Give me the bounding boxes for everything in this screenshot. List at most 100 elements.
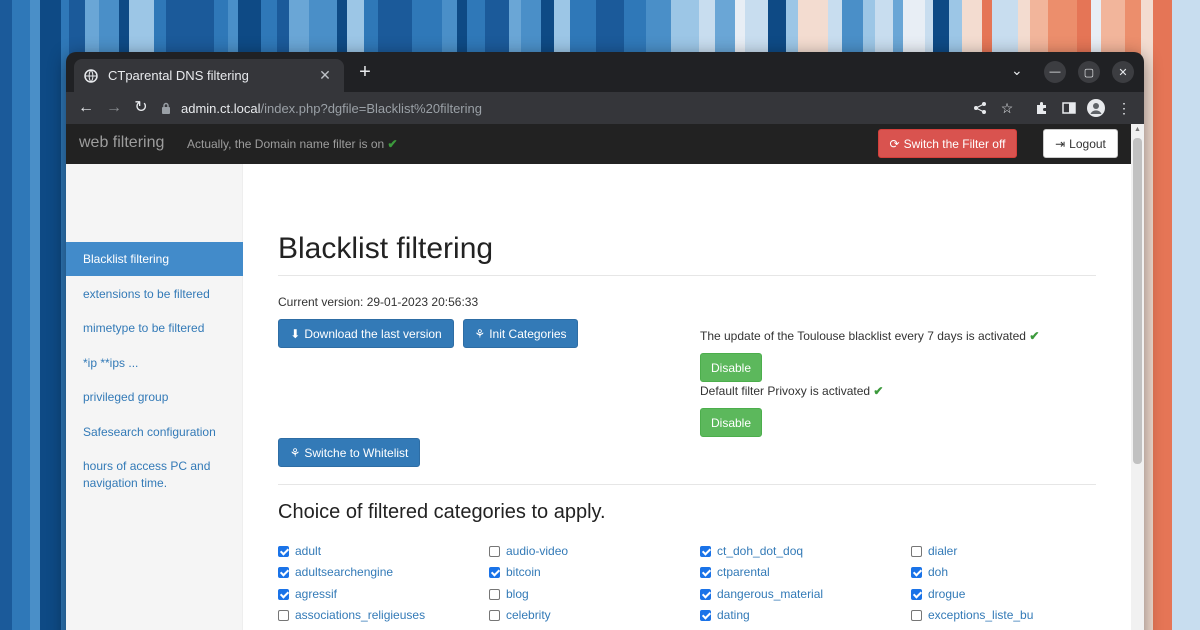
privoxy-status: Default filter Privoxy is activated ✔ (700, 384, 883, 398)
category-checkbox[interactable] (278, 609, 289, 621)
category-associations-religieuses[interactable]: associations_religieuses (278, 608, 425, 622)
top-navbar: web filtering Actually, the Domain name … (66, 124, 1144, 164)
wheat-icon: ⚘ (474, 326, 486, 341)
category-doh[interactable]: doh (911, 565, 948, 579)
category-adult[interactable]: adult (278, 544, 321, 558)
category-label: adultsearchengine (295, 565, 394, 579)
init-categories-label: Init Categories (489, 326, 567, 341)
category-checkbox[interactable] (700, 609, 711, 621)
category-ctparental[interactable]: ctparental (700, 565, 770, 579)
category-drogue[interactable]: drogue (911, 587, 965, 601)
category-checkbox[interactable] (700, 588, 711, 600)
category-checkbox[interactable] (489, 588, 500, 600)
sidebar-item-hours-access[interactable]: hours of access PC and navigation time. (66, 458, 226, 492)
switch-to-whitelist-button[interactable]: ⚘ Switche to Whitelist (278, 438, 420, 467)
category-label: exceptions_liste_bu (928, 608, 1034, 622)
page-title: Blacklist filtering (278, 232, 494, 265)
sidebar-item-privileged-group[interactable]: privileged group (66, 389, 243, 406)
category-checkbox[interactable] (278, 545, 289, 557)
category-dangerous-material[interactable]: dangerous_material (700, 587, 823, 601)
category-checkbox[interactable] (278, 588, 289, 600)
forward-icon[interactable]: → (104, 98, 124, 118)
download-last-version-button[interactable]: ⬇ Download the last version (278, 319, 454, 348)
tab-strip: CTparental DNS filtering ✕ + ⌄ — ▢ ✕ (66, 52, 1144, 92)
download-icon: ⬇ (290, 326, 301, 341)
address-bar[interactable]: admin.ct.local/index.php?dgfile=Blacklis… (161, 93, 1021, 123)
maximize-icon[interactable]: ▢ (1078, 61, 1100, 83)
close-window-icon[interactable]: ✕ (1112, 61, 1134, 83)
close-tab-icon[interactable]: ✕ (316, 67, 334, 84)
logout-button[interactable]: ⇥ Logout (1043, 129, 1118, 158)
sidebar-item-extensions[interactable]: extensions to be filtered (66, 286, 243, 303)
browser-tab[interactable]: CTparental DNS filtering ✕ (74, 59, 344, 92)
category-checkbox[interactable] (700, 566, 711, 578)
category-label: dialer (928, 544, 958, 558)
url-host: admin.ct.local (181, 100, 261, 116)
sidebar-item-ips[interactable]: *ip **ips ... (66, 355, 243, 372)
category-label: drogue (928, 587, 966, 601)
wheat-icon: ⚘ (289, 445, 301, 460)
sidebar-item-mimetype[interactable]: mimetype to be filtered (66, 320, 243, 337)
side-panel-icon[interactable] (1059, 98, 1079, 118)
browser-toolbar: ← → ↻ admin.ct.local/index.php?dgfile=Bl… (66, 92, 1144, 124)
disable-privoxy-button[interactable]: Disable (700, 408, 762, 437)
category-checkbox[interactable] (911, 566, 922, 578)
category-label: audio-video (506, 544, 569, 558)
checkmark-icon: ✔ (873, 384, 884, 398)
navbar-brand[interactable]: web filtering (79, 134, 164, 152)
scroll-up-arrow-icon[interactable]: ▲ (1134, 126, 1141, 133)
category-checkbox[interactable] (700, 545, 711, 557)
filter-status-text: Actually, the Domain name filter is on (187, 137, 385, 151)
category-label: blog (506, 587, 529, 601)
category-dialer[interactable]: dialer (911, 544, 957, 558)
category-blog[interactable]: blog (489, 587, 529, 601)
url-path: /index.php?dgfile=Blacklist%20filtering (260, 100, 482, 116)
category-label: adult (295, 544, 322, 558)
browser-window: CTparental DNS filtering ✕ + ⌄ — ▢ ✕ ← →… (66, 52, 1144, 630)
reload-icon[interactable]: ↻ (131, 98, 151, 118)
category-checkbox[interactable] (278, 566, 289, 578)
share-icon[interactable] (970, 98, 990, 118)
new-tab-button[interactable]: + (353, 61, 377, 84)
category-adultsearchengine[interactable]: adultsearchengine (278, 565, 393, 579)
minimize-icon[interactable]: — (1044, 61, 1066, 83)
category-checkbox[interactable] (489, 566, 500, 578)
category-agressif[interactable]: agressif (278, 587, 337, 601)
category-label: dangerous_material (717, 587, 824, 601)
sidebar-item-safesearch[interactable]: Safesearch configuration (66, 424, 243, 441)
logout-label: Logout (1069, 136, 1106, 151)
back-icon[interactable]: ← (76, 98, 96, 118)
bookmark-star-icon[interactable]: ☆ (997, 98, 1017, 118)
category-dating[interactable]: dating (700, 608, 750, 622)
sidebar-item-blacklist[interactable]: Blacklist filtering (66, 242, 243, 276)
category-label: ct_doh_dot_doq (717, 544, 804, 558)
category-label: dating (717, 608, 750, 622)
category-ct-doh-dot-doq[interactable]: ct_doh_dot_doq (700, 544, 803, 558)
category-checkbox[interactable] (911, 545, 922, 557)
category-celebrity[interactable]: celebrity (489, 608, 551, 622)
switch-filter-off-button[interactable]: ⟳ Switch the Filter off (878, 129, 1017, 158)
category-exceptions-liste-bu[interactable]: exceptions_liste_bu (911, 608, 1033, 622)
category-bitcoin[interactable]: bitcoin (489, 565, 541, 579)
init-categories-button[interactable]: ⚘ Init Categories (463, 319, 578, 348)
update-status-text: The update of the Toulouse blacklist eve… (700, 329, 1026, 343)
page-scrollbar[interactable]: ▲ (1131, 124, 1144, 630)
tab-search-chevron-icon[interactable]: ⌄ (1011, 62, 1023, 79)
category-label: celebrity (506, 608, 551, 622)
scroll-thumb[interactable] (1133, 138, 1142, 464)
category-label: doh (928, 565, 949, 579)
category-audio-video[interactable]: audio-video (489, 544, 568, 558)
extensions-icon[interactable] (1032, 98, 1052, 118)
tab-title: CTparental DNS filtering (108, 68, 249, 83)
kebab-menu-icon[interactable]: ⋮ (1114, 98, 1134, 118)
category-checkbox[interactable] (489, 609, 500, 621)
categories-heading: Choice of filtered categories to apply. (278, 501, 606, 523)
profile-avatar-icon[interactable] (1086, 98, 1106, 118)
category-checkbox[interactable] (911, 609, 922, 621)
sign-out-icon: ⇥ (1055, 136, 1066, 151)
sidebar: Blacklist filtering extensions to be fil… (66, 164, 243, 630)
current-version: Current version: 29-01-2023 20:56:33 (278, 295, 479, 309)
category-checkbox[interactable] (489, 545, 500, 557)
category-checkbox[interactable] (911, 588, 922, 600)
disable-update-button[interactable]: Disable (700, 353, 762, 382)
